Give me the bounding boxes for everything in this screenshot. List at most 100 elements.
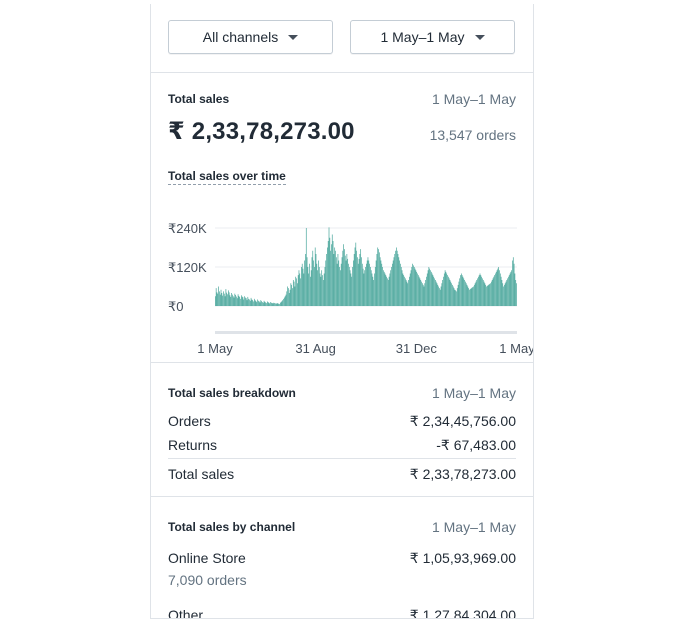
chart-bar	[433, 276, 435, 306]
chart-bar	[387, 280, 389, 306]
chart-bar	[336, 263, 338, 306]
chart-bar	[474, 283, 476, 306]
other-value: ₹ 1,27,84,304.00	[409, 607, 516, 619]
breakdown-divider	[168, 458, 516, 459]
chart-bar	[422, 284, 424, 307]
chart-bar	[451, 283, 452, 306]
chart-bar	[303, 273, 305, 306]
chart-bar	[287, 286, 288, 306]
chart-bar	[463, 278, 465, 307]
chart-bar	[391, 263, 393, 306]
chart-bar	[445, 271, 447, 307]
chart-bar	[428, 267, 430, 306]
chart-bar	[288, 288, 289, 307]
chart-bar	[271, 302, 272, 306]
chart-bar	[286, 291, 288, 307]
chart-bar	[419, 278, 421, 307]
chart-bar	[424, 283, 426, 306]
caret-down-icon	[288, 34, 299, 40]
chart-bar	[327, 247, 328, 306]
chart-bar	[498, 267, 500, 306]
chart-bar	[351, 276, 353, 306]
chart-bar	[273, 302, 275, 306]
chart-bar	[482, 278, 483, 307]
chart-bar	[418, 276, 420, 306]
chart-bar	[413, 267, 415, 306]
chart-bar	[249, 299, 250, 306]
chart-bar	[405, 280, 407, 306]
chart-bar	[315, 254, 317, 306]
chart-bar	[467, 286, 469, 306]
chart-bar	[422, 283, 423, 306]
channel-select[interactable]: All channels	[168, 20, 333, 54]
chart-bar	[417, 273, 418, 306]
chart-bar	[495, 271, 497, 307]
chart-bar	[318, 267, 320, 306]
chart-bar	[223, 293, 225, 306]
chart-bar	[236, 298, 238, 306]
chart-bar	[241, 296, 243, 306]
filter-bar: All channels 1 May–1 May	[151, 4, 533, 73]
chart-bar	[310, 270, 312, 306]
chart-bar	[338, 260, 340, 306]
chart-bar	[274, 303, 275, 306]
chart-bar	[346, 254, 348, 306]
chart-bar	[385, 275, 387, 307]
chart-bar	[317, 270, 318, 306]
y-tick-label: ₹120K	[168, 260, 207, 275]
chart-bar	[387, 278, 388, 307]
chart-bar	[508, 275, 510, 307]
chart-bar	[381, 263, 383, 306]
chart-bar	[390, 270, 392, 306]
chart-bar	[263, 300, 265, 306]
chart-bar	[416, 271, 418, 307]
chart-bar	[271, 303, 273, 306]
chart-bar	[327, 241, 329, 306]
chart-bar	[232, 296, 234, 306]
chart-bar	[223, 291, 224, 307]
chart-bar	[464, 280, 465, 306]
chart-bar	[288, 293, 290, 306]
chart-bar	[293, 281, 295, 307]
y-tick-label: ₹240K	[168, 221, 207, 236]
chart-bar	[224, 296, 226, 306]
date-range-select[interactable]: 1 May–1 May	[350, 20, 515, 54]
chart-bar	[376, 254, 378, 306]
chart-bar	[366, 263, 367, 306]
chart-bar	[367, 257, 369, 306]
chart-bar	[361, 257, 362, 306]
chart-bar	[297, 275, 299, 307]
chart-bar	[302, 268, 304, 307]
chart-bar	[386, 276, 387, 306]
by-channel-title: Total sales by channel	[168, 520, 296, 534]
chart-bar	[322, 280, 324, 306]
chart-bar	[506, 280, 508, 306]
chart-bar	[462, 276, 464, 306]
chart-bar	[292, 280, 294, 306]
chart-bar	[485, 284, 487, 307]
other-label: Other	[168, 607, 204, 619]
chart-bar	[481, 276, 482, 306]
chart-bar	[222, 295, 223, 306]
chart-bar	[491, 280, 493, 306]
chart-bar	[309, 276, 311, 306]
chart-bar	[373, 280, 374, 306]
chart-bar	[516, 283, 517, 306]
chart-bar	[301, 263, 303, 306]
chart-bar	[266, 301, 268, 306]
chart-bar	[329, 237, 331, 306]
chart-bar	[240, 295, 242, 307]
chart-bar	[345, 260, 347, 306]
chart-bar	[219, 291, 220, 307]
chart-bar	[472, 287, 474, 306]
chart-bar	[331, 234, 333, 306]
chart-bar	[447, 276, 449, 306]
breakdown-row-returns: Returns -₹ 67,483.00	[168, 437, 516, 457]
chart-bar	[279, 302, 281, 306]
chart-bar	[407, 283, 409, 306]
chart-bar	[483, 281, 485, 307]
chart-bar	[455, 290, 456, 306]
chart-bar	[354, 247, 356, 306]
chart-bar	[221, 293, 223, 306]
total-sales-label: Total sales	[168, 466, 235, 482]
